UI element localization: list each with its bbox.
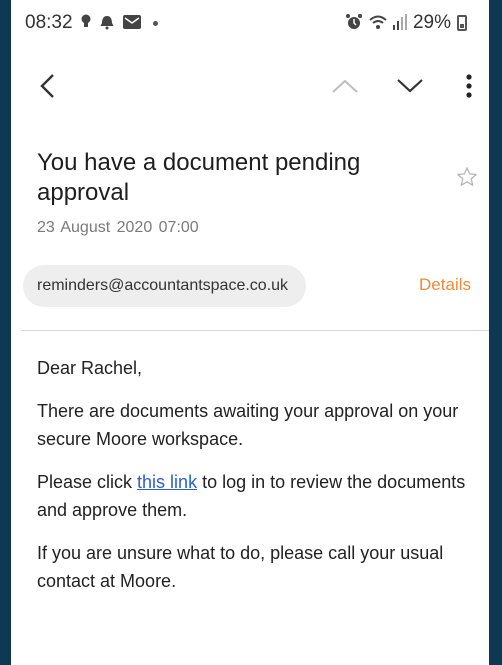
chevron-up-icon: [331, 78, 359, 99]
divider: [21, 330, 489, 331]
alarm-icon: [99, 14, 115, 33]
phone-screen: 08:32 29% You have a document pending ap…: [11, 0, 489, 665]
more-vertical-icon: [466, 73, 472, 103]
body-paragraph-3: If you are unsure what to do, please cal…: [37, 543, 444, 591]
previous-email-button[interactable]: [323, 62, 367, 114]
wifi-icon: [369, 14, 387, 33]
body-paragraph-1: There are documents awaiting your approv…: [37, 401, 459, 449]
email-subject: You have a document pending approval: [37, 149, 361, 206]
bulb-icon: [81, 14, 91, 33]
body-paragraph-2: Please click this link to log in to revi…: [37, 468, 487, 524]
sender-chip[interactable]: reminders@accountantspace.co.uk: [23, 265, 307, 307]
mail-notification-icon: [122, 14, 141, 32]
alarm-clock-icon: [345, 13, 363, 34]
more-options-button[interactable]: [447, 62, 489, 114]
this-link[interactable]: this link: [137, 472, 197, 492]
signal-icon: [392, 13, 407, 33]
status-bar: 08:32 29%: [11, 0, 489, 44]
battery-percent: 29%: [412, 12, 451, 33]
email-toolbar: [11, 62, 489, 114]
status-time: 08:32: [25, 12, 73, 33]
back-button[interactable]: [25, 62, 69, 114]
greeting: Dear Rachel,: [37, 358, 143, 378]
paragraph-2-start: Please click: [37, 472, 138, 492]
star-button[interactable]: [456, 166, 478, 193]
email-date: 23 August 2020 07:00: [37, 219, 199, 236]
battery-icon: [457, 15, 467, 31]
star-icon: [456, 167, 478, 192]
email-body: Dear Rachel, There are documents awaitin…: [37, 354, 487, 610]
next-email-button[interactable]: [388, 62, 432, 114]
dot-icon: [152, 20, 158, 26]
chevron-down-icon: [396, 78, 424, 99]
back-arrow-icon: [39, 73, 55, 104]
details-button[interactable]: Details: [419, 275, 471, 295]
